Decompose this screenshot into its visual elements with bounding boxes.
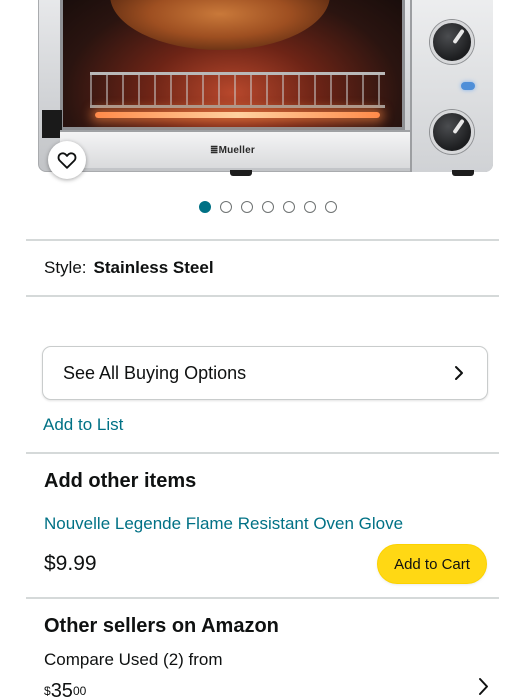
heart-outline-icon: [57, 152, 77, 169]
oven-foot: [230, 170, 252, 176]
divider: [26, 597, 499, 599]
chevron-right-icon: [455, 366, 463, 380]
product-image[interactable]: ≣Mueller: [0, 0, 525, 195]
timer-knob: [430, 110, 474, 154]
carousel-dot[interactable]: [325, 201, 337, 213]
buying-options-label: See All Buying Options: [63, 362, 247, 383]
image-carousel-dots: [0, 201, 525, 215]
function-knob: [430, 20, 474, 64]
power-indicator: [461, 82, 475, 90]
price-whole: 35: [50, 680, 73, 700]
oven-rack: [90, 72, 385, 108]
oven-foot: [452, 170, 474, 176]
divider: [26, 239, 499, 241]
add-to-cart-button[interactable]: Add to Cart: [377, 544, 487, 584]
carousel-dot[interactable]: [283, 201, 295, 213]
style-label: Style:: [44, 258, 87, 277]
carousel-dot[interactable]: [199, 201, 211, 213]
heating-element: [95, 112, 380, 118]
chevron-right-icon[interactable]: [477, 677, 490, 696]
carousel-dot[interactable]: [262, 201, 274, 213]
used-price: $ 35 00: [44, 681, 86, 700]
compare-used-text[interactable]: Compare Used (2) from: [44, 650, 223, 670]
accessory-item-price: $9.99: [44, 552, 97, 575]
door-hinge: [42, 110, 62, 138]
divider: [26, 452, 499, 454]
add-other-items-title: Add other items: [44, 470, 197, 492]
price-fraction: 00: [72, 684, 87, 698]
other-sellers-title: Other sellers on Amazon: [44, 615, 279, 637]
wishlist-button[interactable]: [48, 141, 86, 179]
divider: [26, 295, 499, 297]
see-all-buying-options-button[interactable]: See All Buying Options: [42, 346, 488, 400]
style-selector: Style: Stainless Steel: [44, 258, 214, 278]
accessory-item-link[interactable]: Nouvelle Legende Flame Resistant Oven Gl…: [44, 514, 403, 534]
brand-logo: ≣Mueller: [210, 145, 255, 156]
price-symbol: $: [44, 684, 51, 698]
carousel-dot[interactable]: [220, 201, 232, 213]
carousel-dot[interactable]: [304, 201, 316, 213]
add-to-list-link[interactable]: Add to List: [43, 415, 123, 435]
style-value: Stainless Steel: [93, 258, 214, 277]
carousel-dot[interactable]: [241, 201, 253, 213]
